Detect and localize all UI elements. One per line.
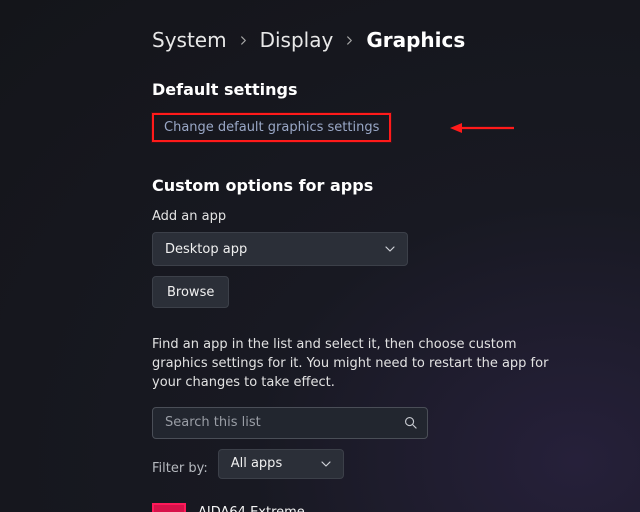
breadcrumb-display[interactable]: Display: [260, 28, 334, 52]
breadcrumb-current: Graphics: [366, 28, 465, 52]
filter-value: All apps: [231, 456, 283, 471]
app-list: 64 AIDA64 Extreme Let Windows decide (Hi…: [152, 503, 640, 512]
breadcrumb: System Display Graphics: [152, 28, 640, 52]
filter-row: Filter by: All apps: [152, 449, 640, 489]
chevron-right-icon: [345, 36, 354, 45]
chevron-right-icon: [239, 36, 248, 45]
search-icon: [404, 416, 417, 429]
app-row-aida64[interactable]: 64 AIDA64 Extreme Let Windows decide (Hi…: [152, 503, 640, 512]
annotation-arrow-icon: [450, 121, 516, 135]
filter-label: Filter by:: [152, 461, 208, 476]
section-default-settings: Default settings: [152, 80, 640, 99]
filter-select[interactable]: All apps: [218, 449, 344, 479]
search-input[interactable]: [152, 407, 428, 439]
browse-button[interactable]: Browse: [152, 276, 229, 308]
chevron-down-icon: [385, 244, 395, 254]
section-custom-options: Custom options for apps: [152, 176, 640, 195]
browse-button-label: Browse: [167, 285, 214, 300]
aida64-icon: 64: [152, 503, 186, 512]
search-field[interactable]: [163, 414, 404, 431]
help-text: Find an app in the list and select it, t…: [152, 336, 572, 393]
app-type-value: Desktop app: [165, 242, 247, 257]
breadcrumb-system[interactable]: System: [152, 28, 227, 52]
app-name: AIDA64 Extreme: [198, 505, 439, 512]
chevron-down-icon: [321, 459, 331, 469]
app-type-select[interactable]: Desktop app: [152, 232, 408, 266]
change-default-graphics-link[interactable]: Change default graphics settings: [152, 113, 391, 142]
add-app-label: Add an app: [152, 209, 640, 224]
